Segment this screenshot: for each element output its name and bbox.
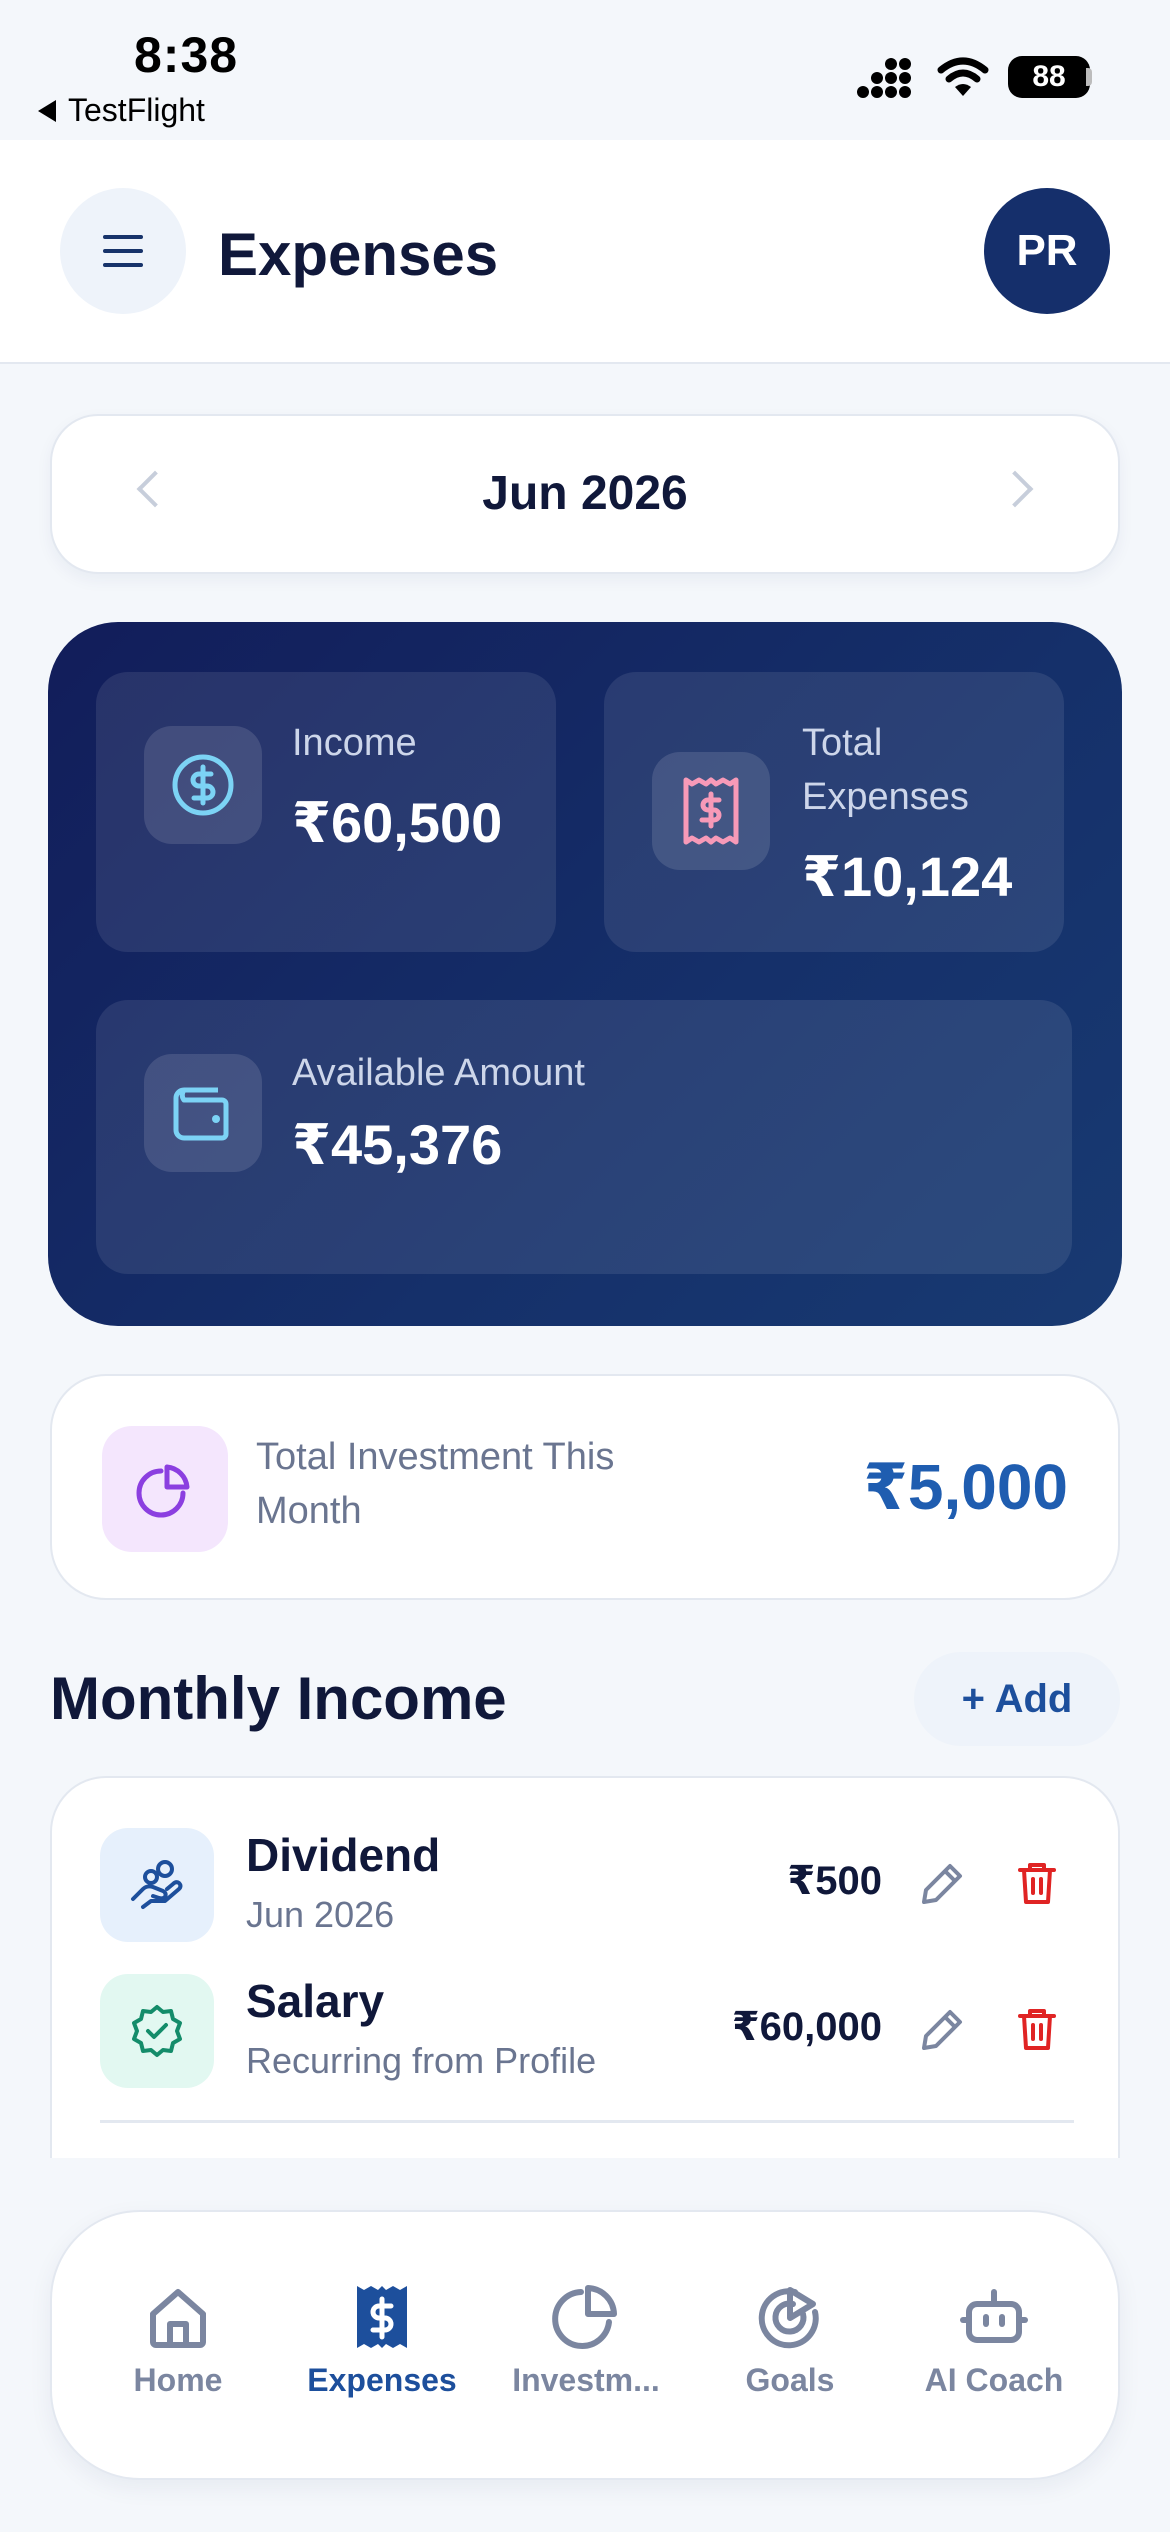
nav-home[interactable]: Home (78, 2282, 278, 2422)
nav-ai-coach[interactable]: AI Coach (894, 2282, 1094, 2422)
home-icon (150, 2289, 206, 2348)
menu-icon-line (103, 263, 143, 267)
app-header: Expenses PR (0, 140, 1170, 364)
income-name: Dividend (246, 1829, 441, 1881)
page-title: Expenses (218, 221, 499, 288)
add-income-button[interactable]: + Add (914, 1652, 1120, 1746)
receipt-icon (357, 2286, 407, 2348)
income-amount: ₹60,000 (731, 2005, 882, 2049)
menu-icon-line (103, 249, 143, 253)
hand-coins-icon (100, 1828, 214, 1942)
bot-icon (960, 2289, 1028, 2343)
list-divider (100, 2120, 1074, 2123)
current-month-label: Jun 2026 (482, 467, 688, 520)
nav-label: Home (133, 2362, 223, 2398)
wifi-icon (937, 57, 989, 96)
nav-label: Goals (745, 2362, 835, 2398)
summary-card: Income ₹60,500 Total Expenses ₹10,124 Av… (48, 622, 1122, 1326)
income-sub: Jun 2026 (246, 1894, 395, 1935)
nav-goals[interactable]: Goals (690, 2282, 890, 2422)
back-arrow-icon (38, 99, 56, 122)
menu-button[interactable] (60, 188, 186, 314)
total-investment-value: ₹5,000 (863, 1451, 1068, 1523)
month-selector: Jun 2026 (50, 414, 1120, 574)
income-value: ₹60,500 (292, 791, 503, 854)
status-time: 8:38 (134, 27, 239, 83)
status-bar: 8:38 TestFlight 88 (0, 0, 1170, 140)
income-label: Income (292, 722, 417, 764)
available-amount-value: ₹45,376 (292, 1113, 503, 1176)
battery-icon: 88 (1008, 56, 1090, 98)
available-amount-tile: Available Amount ₹45,376 (96, 1000, 1072, 1274)
total-investment-label: Total Investment This Month (256, 1436, 615, 1532)
bottom-nav: Home Expenses Investm... Goals AI Coach (50, 2210, 1120, 2480)
nav-label: Expenses (307, 2362, 457, 2398)
total-expenses-label-line2: Expenses (802, 776, 969, 818)
avatar[interactable]: PR (984, 188, 1110, 314)
delete-icon[interactable] (1012, 1858, 1062, 1908)
wallet-icon (144, 1054, 262, 1172)
pie-chart-icon (552, 2285, 617, 2349)
total-investment-card[interactable]: Total Investment This Month ₹5,000 (50, 1374, 1120, 1600)
menu-icon (103, 235, 143, 239)
badge-check-icon (100, 1974, 214, 2088)
battery-cap (1086, 68, 1092, 86)
target-icon (758, 2287, 819, 2349)
edit-icon[interactable] (918, 2004, 968, 2054)
list-item[interactable]: Salary Recurring from Profile ₹60,000 (52, 1974, 1118, 2094)
back-to-app-link[interactable]: TestFlight (38, 92, 205, 129)
edit-icon[interactable] (918, 1858, 968, 1908)
list-item[interactable]: Dividend Jun 2026 ₹500 (52, 1828, 1118, 1948)
income-sub: Recurring from Profile (246, 2040, 597, 2081)
receipt-icon (652, 752, 770, 870)
income-name: Salary (246, 1975, 385, 2027)
dollar-circle-icon (144, 726, 262, 844)
back-app-label: TestFlight (68, 92, 205, 128)
nav-label: Investm... (512, 2362, 660, 2398)
pie-chart-icon (102, 1426, 228, 1552)
total-expenses-value: ₹10,124 (802, 845, 1013, 908)
available-amount-label: Available Amount (292, 1052, 585, 1094)
total-expenses-tile: Total Expenses ₹10,124 (604, 672, 1064, 952)
nav-label: AI Coach (924, 2362, 1064, 2398)
total-expenses-label-line1: Total (802, 722, 883, 764)
income-amount: ₹500 (787, 1859, 882, 1903)
delete-icon[interactable] (1012, 2004, 1062, 2054)
nav-investments[interactable]: Investm... (486, 2282, 686, 2422)
nav-expenses[interactable]: Expenses (282, 2282, 482, 2422)
income-tile: Income ₹60,500 (96, 672, 556, 952)
monthly-income-title: Monthly Income (50, 1665, 507, 1732)
cellular-signal-icon (857, 58, 911, 98)
